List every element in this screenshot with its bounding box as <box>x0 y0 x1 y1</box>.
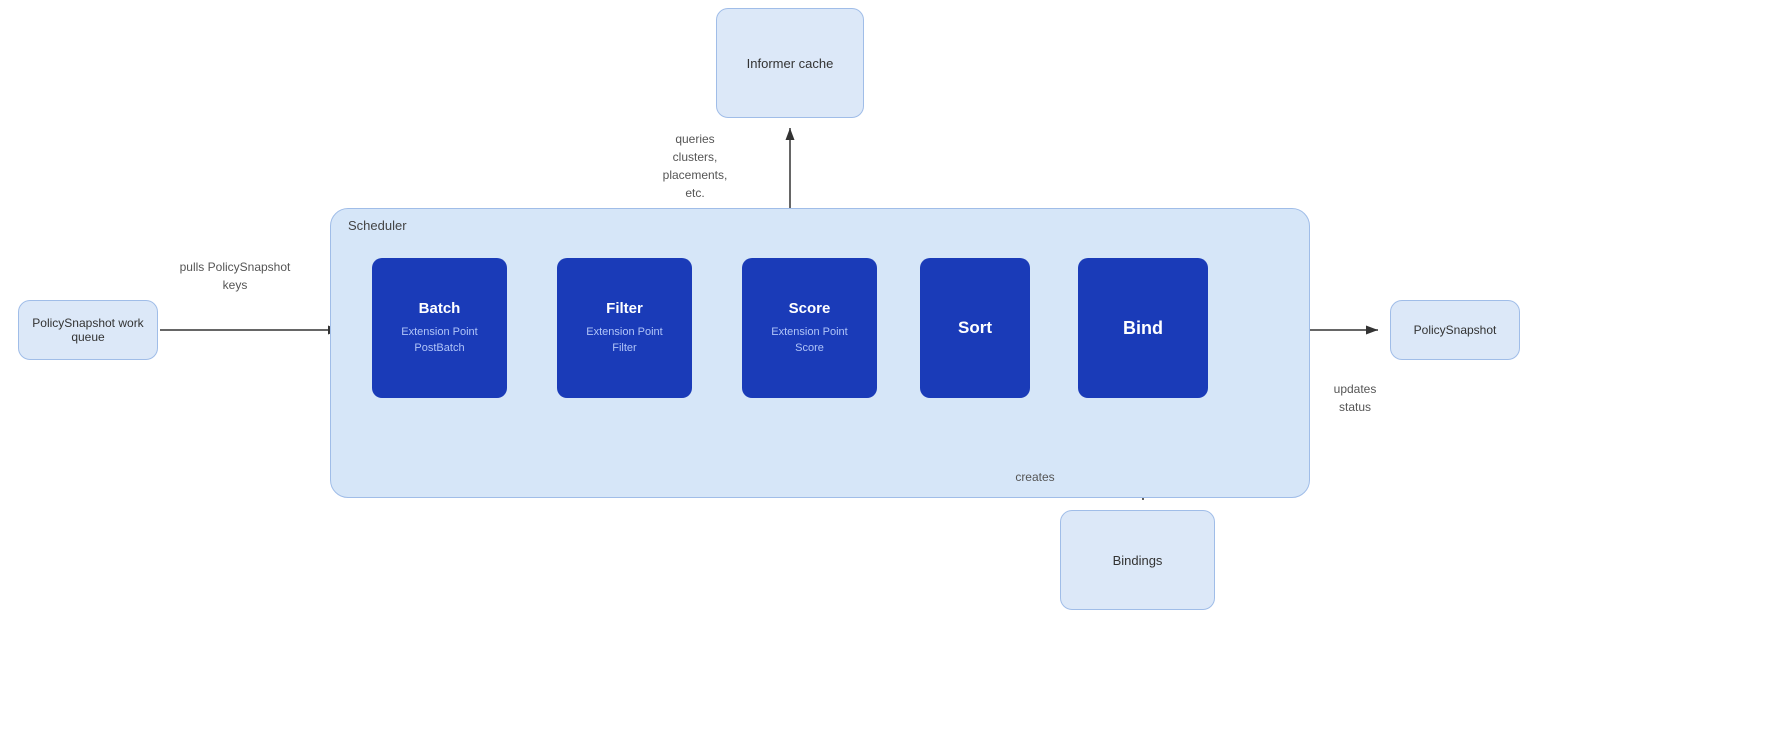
scheduler-label: Scheduler <box>348 218 407 233</box>
pulls-annotation: pulls PolicySnapshot keys <box>175 258 295 294</box>
sort-title: Sort <box>958 318 992 338</box>
creates-annotation: creates <box>990 468 1080 486</box>
filter-subtitle: Extension PointFilter <box>586 325 662 356</box>
informer-cache-label: Informer cache <box>747 56 834 71</box>
bindings-box: Bindings <box>1060 510 1215 610</box>
bindings-label: Bindings <box>1113 553 1163 568</box>
batch-title: Batch <box>419 300 461 317</box>
updates-annotation: updatesstatus <box>1310 380 1400 416</box>
filter-box: Filter Extension PointFilter <box>557 258 692 398</box>
policy-output-box: PolicySnapshot <box>1390 300 1520 360</box>
score-title: Score <box>789 300 831 317</box>
batch-subtitle: Extension PointPostBatch <box>401 325 477 356</box>
bind-box: Bind <box>1078 258 1208 398</box>
score-subtitle: Extension PointScore <box>771 325 847 356</box>
queries-annotation: queriesclusters,placements,etc. <box>635 130 755 202</box>
policy-output-label: PolicySnapshot <box>1414 323 1497 337</box>
informer-cache-box: Informer cache <box>716 8 864 118</box>
sort-box: Sort <box>920 258 1030 398</box>
batch-box: Batch Extension PointPostBatch <box>372 258 507 398</box>
bind-title: Bind <box>1123 318 1163 339</box>
diagram-container: Informer cache Scheduler Batch Extension… <box>0 0 1780 732</box>
filter-title: Filter <box>606 300 643 317</box>
policy-queue-label: PolicySnapshot work queue <box>25 316 151 344</box>
score-box: Score Extension PointScore <box>742 258 877 398</box>
policy-queue-box: PolicySnapshot work queue <box>18 300 158 360</box>
